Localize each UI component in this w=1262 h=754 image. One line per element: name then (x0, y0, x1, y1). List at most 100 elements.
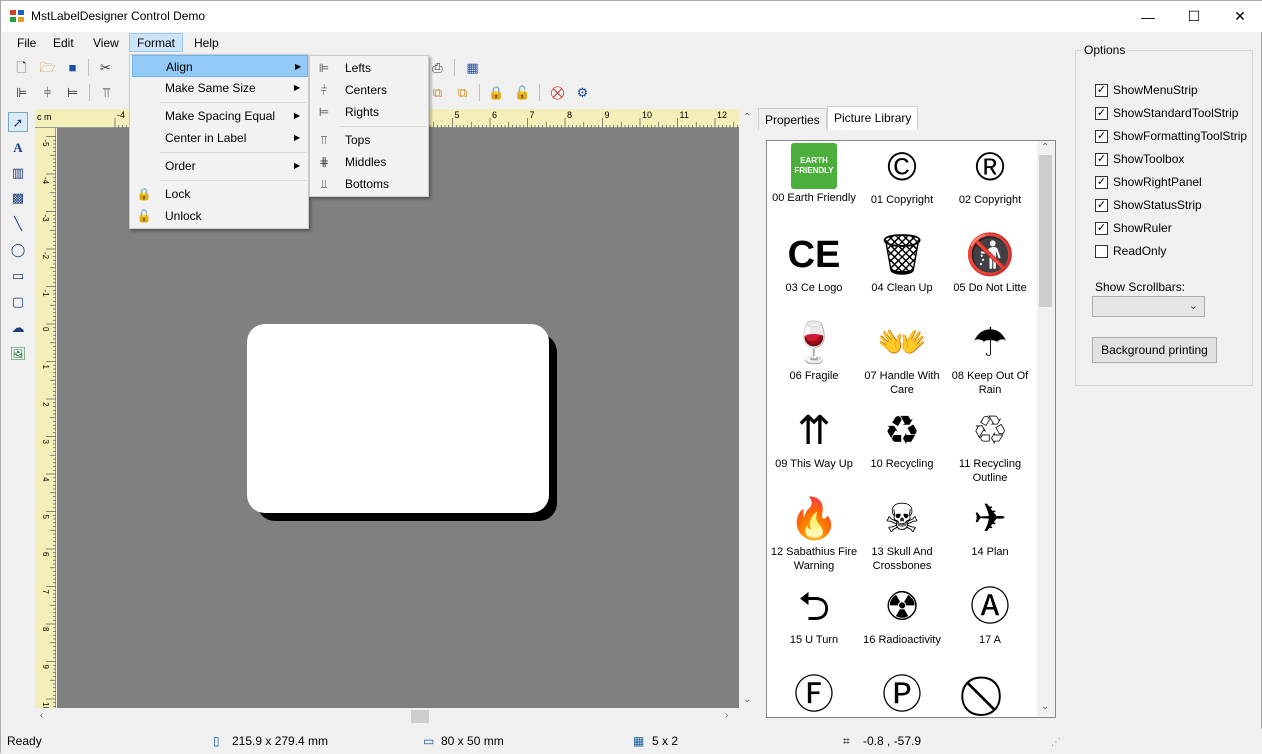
tab-picture-library[interactable]: Picture Library (827, 106, 919, 130)
send-to-back-icon[interactable]: ⧉ (454, 84, 471, 101)
menu-align[interactable]: Align ▶ (132, 55, 308, 77)
library-item[interactable]: ⮌ 15 U Turn (770, 581, 858, 669)
option-checkbox[interactable]: ✓ ShowRuler (1095, 220, 1172, 236)
library-item[interactable]: ⃠ (946, 669, 1034, 717)
library-item[interactable]: Ⓐ 17 A (946, 581, 1034, 669)
library-item[interactable]: ☂ 08 Keep Out Of Rain (946, 317, 1034, 405)
menu-view[interactable]: View (86, 34, 126, 53)
align-lefts-icon[interactable]: ⊫ (13, 84, 30, 101)
qrcode-tool-icon[interactable]: ▩ (8, 188, 28, 208)
option-checkbox[interactable]: ✓ ShowRightPanel (1095, 174, 1202, 190)
pointer-tool-icon[interactable]: ➚ (8, 112, 28, 132)
scroll-up-icon[interactable]: ⌃ (743, 112, 751, 123)
menu-file[interactable]: File (10, 34, 43, 53)
library-scroll-thumb[interactable] (1039, 155, 1052, 307)
print-icon[interactable]: ⎙ (429, 59, 446, 76)
library-item[interactable]: CE 03 Ce Logo (770, 229, 858, 317)
option-checkbox[interactable]: ReadOnly (1095, 243, 1166, 259)
library-item[interactable]: ® 02 Copyright (946, 141, 1034, 229)
align-bottoms-icon: ⫫ (320, 177, 328, 191)
menu-align-lefts[interactable]: ⊫ Lefts (312, 57, 428, 79)
option-checkbox[interactable]: ✓ ShowMenuStrip (1095, 82, 1198, 98)
align-rights-icon[interactable]: ⊨ (64, 84, 81, 101)
align-centers-icon[interactable]: ⫩ (39, 84, 56, 101)
menu-make-spacing-equal[interactable]: Make Spacing Equal ▶ (132, 105, 308, 127)
save-icon[interactable]: ■ (64, 59, 81, 76)
menu-help[interactable]: Help (187, 34, 226, 53)
close-button[interactable]: ✕ (1217, 1, 1262, 32)
library-item[interactable]: Ⓕ (770, 669, 858, 717)
maximize-button[interactable]: ☐ (1171, 1, 1217, 32)
canvas-vertical-scrollbar[interactable]: ⌃ ⌄ (739, 109, 756, 709)
library-item[interactable]: ☢ 16 Radioactivity (858, 581, 946, 669)
library-item[interactable]: 🚯 05 Do Not Litte (946, 229, 1034, 317)
ruler-tick-label: 7 (530, 110, 535, 120)
library-item[interactable]: Ⓟ (858, 669, 946, 717)
rounded-rectangle-tool-icon[interactable]: ▢ (8, 292, 28, 312)
library-item-label: 05 Do Not Litte (953, 282, 1027, 294)
library-item[interactable]: ✈ 14 Plan (946, 493, 1034, 581)
ellipse-tool-icon[interactable]: ◯ (8, 240, 28, 260)
cut-icon[interactable]: ✂ (97, 59, 114, 76)
show-scrollbars-select[interactable]: ⌄ (1092, 296, 1205, 317)
option-checkbox[interactable]: ✓ ShowFormattingToolStrip (1095, 128, 1247, 144)
do-not-litter-icon: 🚯 (965, 233, 1015, 277)
show-scrollbars-label: Show Scrollbars: (1095, 280, 1186, 294)
menu-align-centers[interactable]: ⫩ Centers (312, 79, 428, 101)
scroll-right-icon[interactable]: › (725, 710, 728, 721)
menu-unlock[interactable]: 🔓 Unlock (132, 205, 308, 227)
menu-format[interactable]: Format (129, 33, 184, 52)
tab-properties[interactable]: Properties (758, 108, 827, 130)
picture-settings-icon[interactable]: ⚙ (574, 84, 591, 101)
menu-align-bottoms[interactable]: ⫫ Bottoms (312, 173, 428, 195)
line-tool-icon[interactable]: ╲ (8, 214, 28, 234)
menu-align-tops[interactable]: ⫪ Tops (312, 129, 428, 151)
bring-to-front-icon[interactable]: ⧉ (429, 84, 446, 101)
shape-tool-icon[interactable]: ☁ (8, 318, 28, 338)
open-folder-icon[interactable]: 🗁 (39, 59, 56, 76)
unlock-icon[interactable]: 🔓 (514, 84, 531, 101)
menu-edit[interactable]: Edit (46, 34, 81, 53)
library-item[interactable]: ♻ 10 Recycling (858, 405, 946, 493)
align-tops-icon[interactable]: ⫪ (98, 84, 115, 101)
library-item[interactable]: EARTH FRIENDLY 00 Earth Friendly (770, 141, 858, 229)
menu-align-middles[interactable]: ⋕ Middles (312, 151, 428, 173)
menu-center-in-label[interactable]: Center in Label ▶ (132, 127, 308, 149)
menu-order[interactable]: Order ▶ (132, 155, 308, 177)
library-item[interactable]: 🗑 04 Clean Up (858, 229, 946, 317)
delete-picture-icon[interactable]: ⛒ (549, 84, 566, 101)
option-checkbox[interactable]: ✓ ShowStandardToolStrip (1095, 105, 1238, 121)
scroll-down-icon[interactable]: ⌄ (743, 694, 751, 705)
minimize-button[interactable]: — (1125, 1, 1171, 32)
lock-icon[interactable]: 🔒 (488, 84, 505, 101)
horizontal-scroll-thumb[interactable] (411, 710, 429, 723)
text-tool-icon[interactable]: A (8, 138, 28, 158)
grid-icon[interactable]: ▦ (464, 59, 481, 76)
status-grid: 5 x 2 (652, 734, 679, 748)
menu-align-rights[interactable]: ⊨ Rights (312, 101, 428, 123)
option-checkbox[interactable]: ✓ ShowStatusStrip (1095, 197, 1202, 213)
background-printing-button[interactable]: Background printing (1092, 337, 1217, 363)
align-submenu: ⊫ Lefts ⫩ Centers ⊨ Rights ⫪ Tops ⋕ Midd… (309, 55, 429, 197)
rectangle-tool-icon[interactable]: ▭ (8, 266, 28, 286)
resize-grip-icon[interactable]: ⋰ (1051, 737, 1061, 748)
library-item[interactable]: ♲ 11 Recycling Outline (946, 405, 1034, 493)
library-item[interactable]: © 01 Copyright (858, 141, 946, 229)
library-item[interactable]: 🍷 06 Fragile (770, 317, 858, 405)
menu-lock[interactable]: 🔒 Lock (132, 183, 308, 205)
label-card[interactable] (247, 324, 549, 513)
scroll-down-icon[interactable]: ⌄ (1041, 701, 1049, 712)
library-item[interactable]: ☠ 13 Skull And Crossbones (858, 493, 946, 581)
library-item[interactable]: 👐 07 Handle With Care (858, 317, 946, 405)
new-file-icon[interactable]: 🗋 (13, 59, 30, 76)
scroll-up-icon[interactable]: ⌃ (1041, 142, 1049, 153)
picture-tool-icon[interactable]: 🖼 (8, 344, 28, 364)
library-item[interactable]: 🔥 12 Sabathius Fire Warning (770, 493, 858, 581)
menu-make-same-size[interactable]: Make Same Size ▶ (132, 77, 308, 99)
canvas-horizontal-scrollbar[interactable]: ‹ › (35, 708, 740, 725)
library-item[interactable]: ⇈ 09 This Way Up (770, 405, 858, 493)
barcode-tool-icon[interactable]: ▥ (8, 163, 28, 183)
library-scrollbar[interactable]: ⌃ ⌄ (1037, 141, 1055, 717)
scroll-left-icon[interactable]: ‹ (40, 710, 43, 721)
option-checkbox[interactable]: ✓ ShowToolbox (1095, 151, 1184, 167)
